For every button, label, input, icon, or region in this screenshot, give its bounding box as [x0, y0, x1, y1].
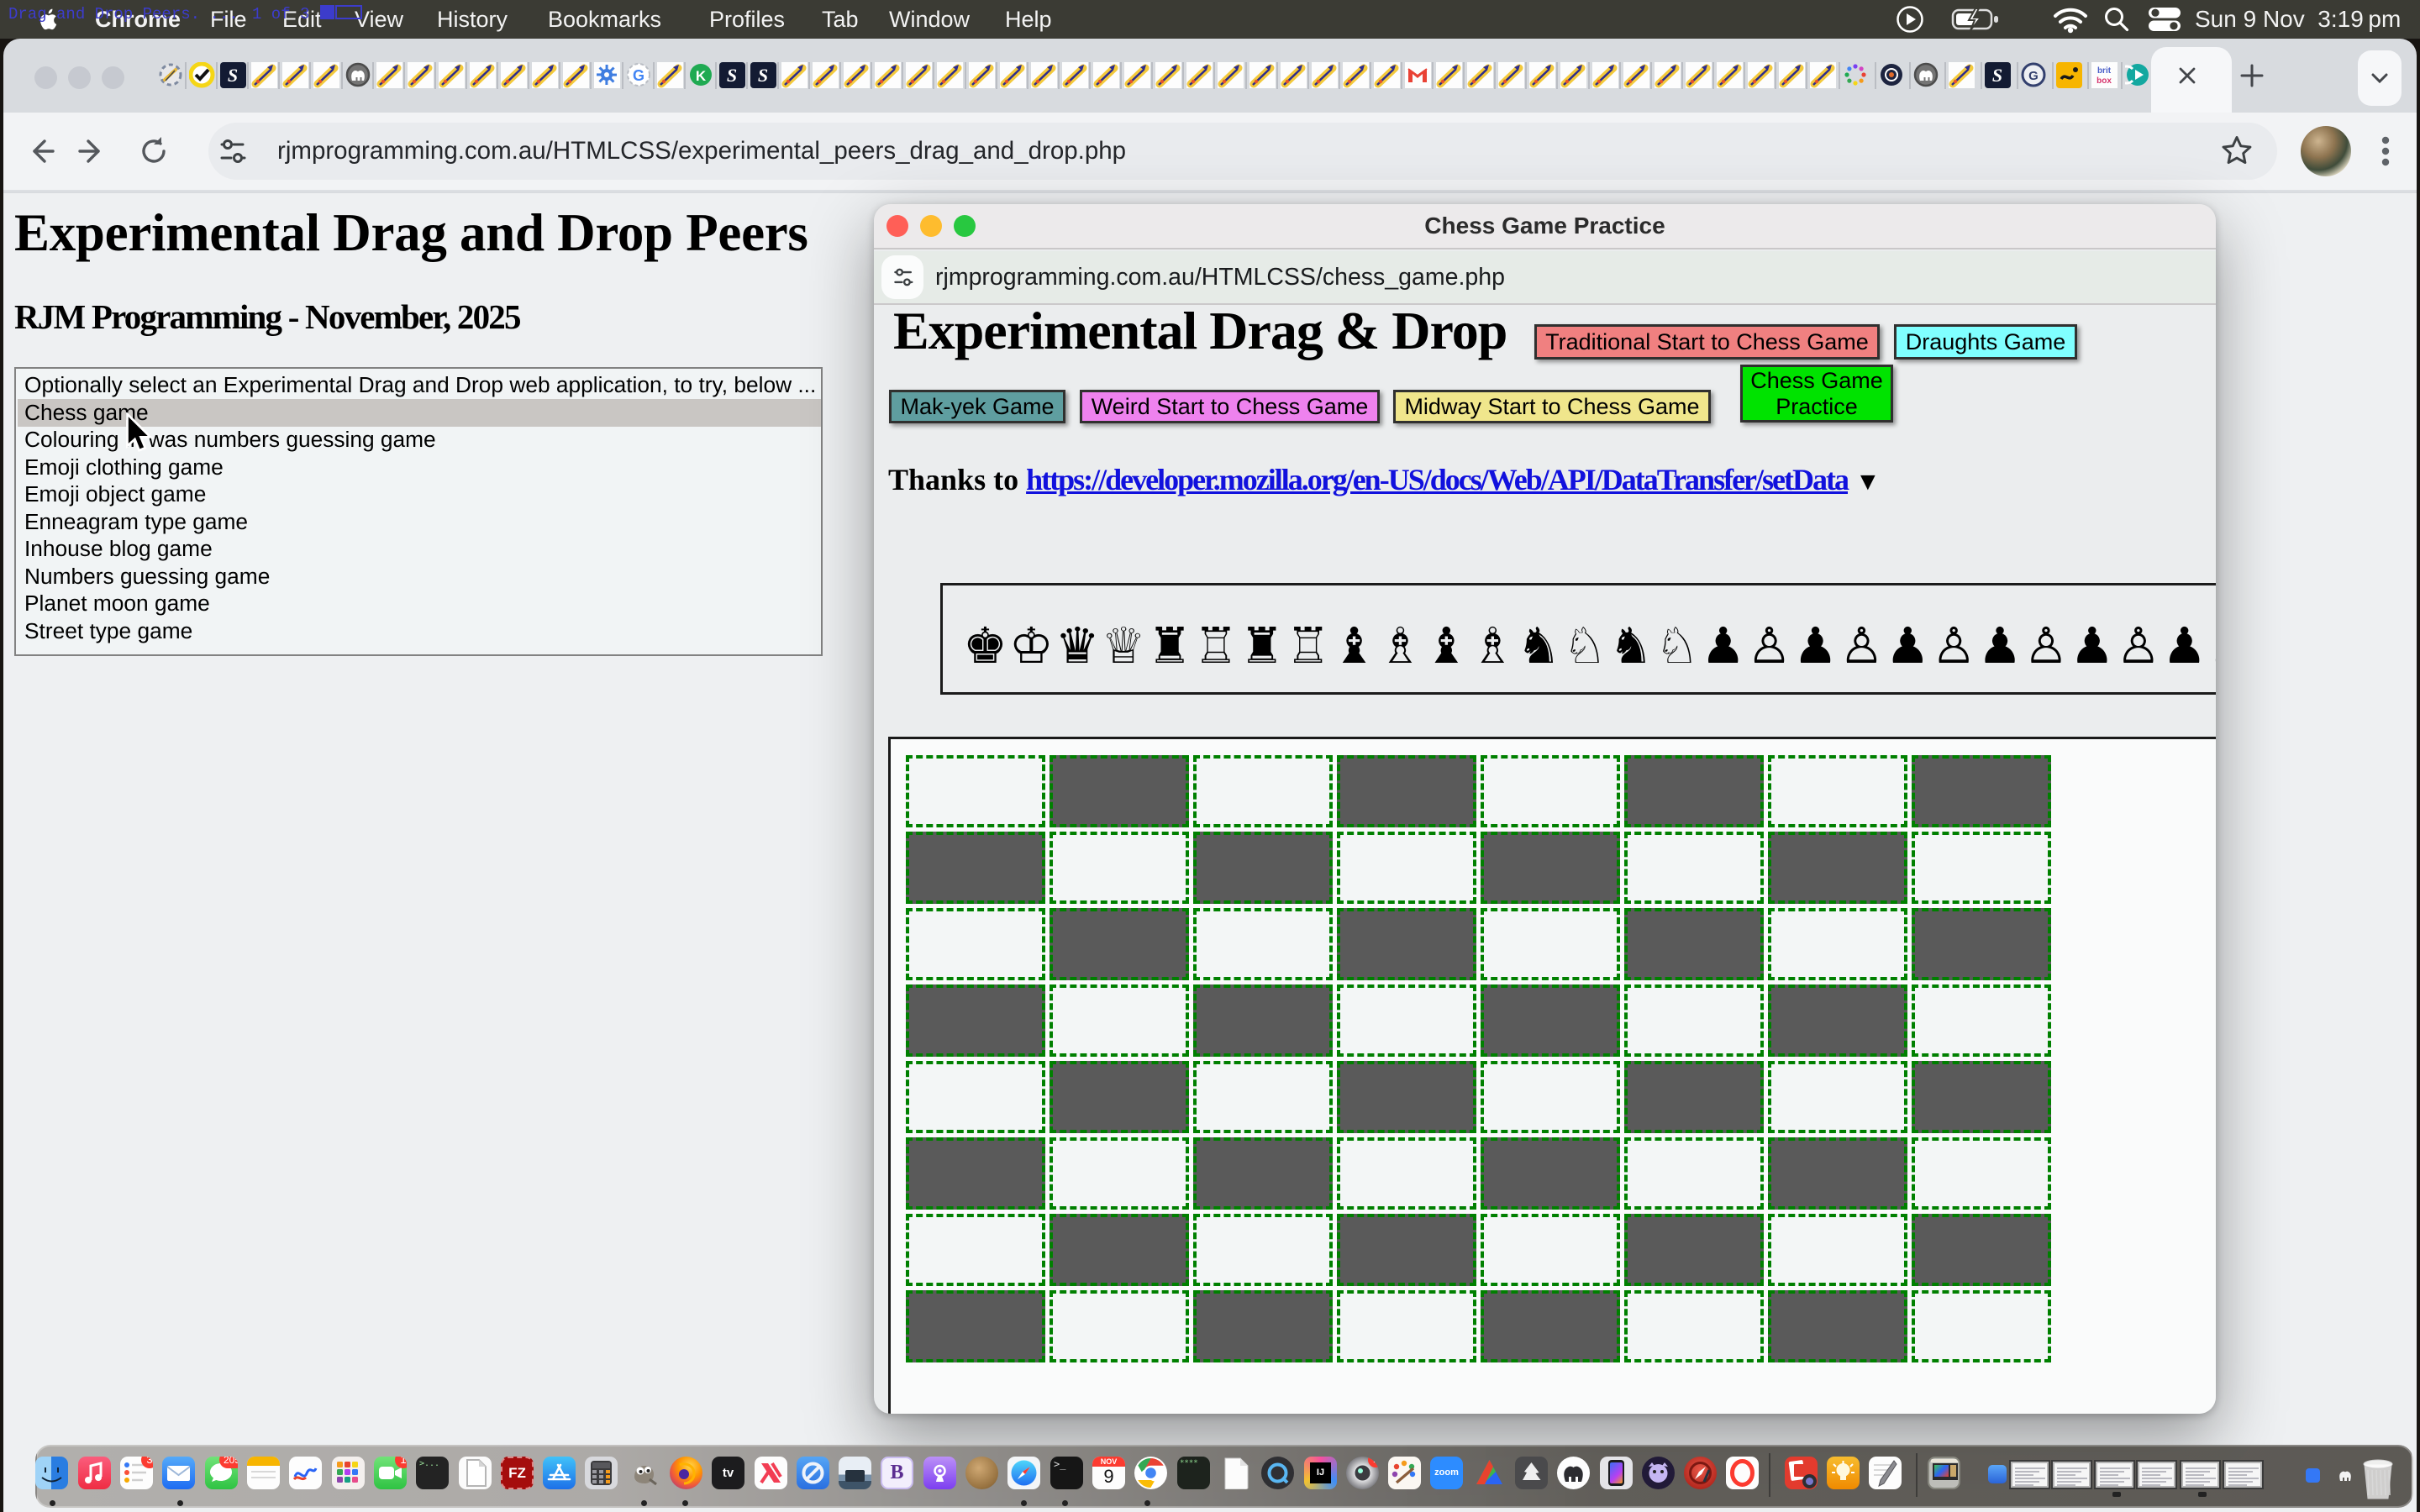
svg-text:box: box: [2096, 76, 2112, 86]
svg-text:S: S: [727, 65, 737, 86]
svg-text:S: S: [758, 65, 768, 86]
svg-text:brit: brit: [2097, 66, 2112, 76]
svg-text:K: K: [696, 68, 707, 84]
svg-text:G: G: [2028, 69, 2039, 83]
svg-text:S: S: [1992, 65, 2002, 86]
svg-text:S: S: [228, 65, 238, 86]
svg-text:G: G: [633, 67, 644, 84]
